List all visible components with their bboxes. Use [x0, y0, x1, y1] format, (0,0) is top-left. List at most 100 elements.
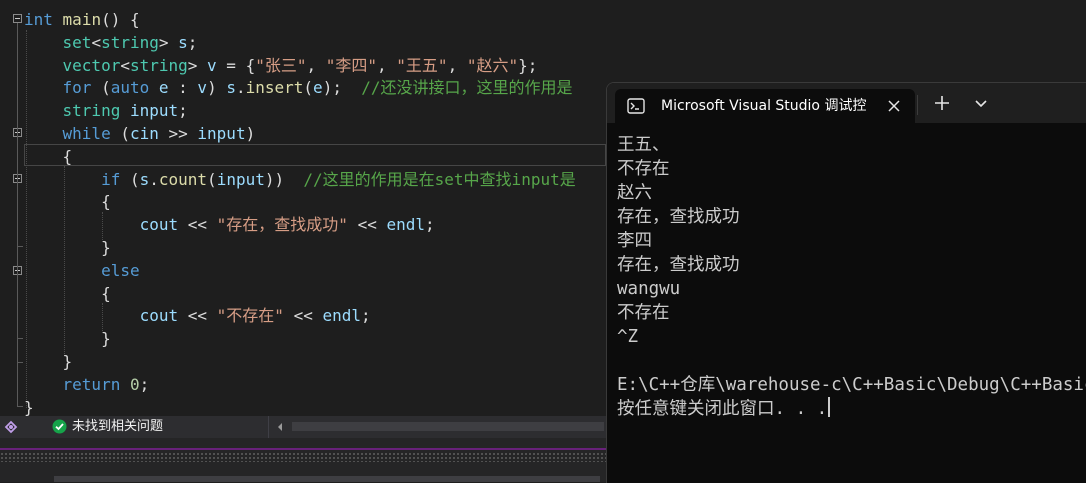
code-line[interactable]: int main() {	[24, 8, 140, 31]
code-token: v	[197, 78, 208, 98]
code-token: }	[24, 329, 111, 349]
fold-line-main	[17, 23, 18, 406]
code-token: {	[24, 283, 111, 303]
code-token: "存在，查找成功"	[216, 215, 348, 235]
code-line[interactable]: {	[24, 145, 73, 168]
code-token: cout	[139, 215, 179, 235]
code-token: (	[91, 78, 111, 98]
terminal-line: ^Z	[617, 327, 639, 347]
code-token: endl	[322, 306, 361, 326]
code-line[interactable]: while (cin >> input)	[24, 122, 256, 145]
code-token: endl	[386, 215, 425, 235]
code-token: string	[129, 55, 188, 75]
code-token: >>	[158, 124, 198, 143]
debug-console-window[interactable]: Microsoft Visual Studio 调试控 王五、 不存在 赵六 存在，查…	[606, 82, 1086, 483]
code-token: s	[226, 78, 236, 98]
code-token: >	[187, 55, 208, 75]
code-line[interactable]: for (auto e : v) s.insert(e); //还没讲接口，这里…	[24, 76, 573, 99]
code-token: return	[62, 374, 121, 394]
scroll-left-icon[interactable]	[268, 416, 291, 438]
code-line[interactable]: set<string> s;	[24, 31, 198, 54]
code-token: );	[322, 78, 362, 98]
terminal-line: wangwu	[617, 279, 681, 299]
code-token: vector	[62, 55, 121, 75]
close-icon[interactable]	[885, 97, 903, 115]
vs-icon[interactable]	[3, 419, 19, 435]
code-token: s	[139, 169, 150, 189]
code-line[interactable]: }	[24, 327, 111, 350]
code-token: insert	[245, 78, 304, 98]
terminal-tab-bar: Microsoft Visual Studio 调试控	[607, 83, 1086, 123]
code-token: input	[216, 169, 265, 189]
console-icon	[627, 98, 645, 114]
code-token: (	[120, 169, 140, 189]
terminal-tab[interactable]: Microsoft Visual Studio 调试控	[615, 89, 915, 123]
code-token: <<	[283, 306, 323, 326]
code-token: int	[24, 10, 53, 29]
chevron-down-icon[interactable]	[973, 95, 989, 111]
editor-status-bar: 未找到相关问题	[0, 416, 606, 438]
panel-grip[interactable]	[0, 452, 606, 462]
terminal-line: 存在，查找成功	[617, 255, 740, 275]
issues-status[interactable]: 未找到相关问题	[72, 418, 163, 436]
code-token: ;	[361, 306, 371, 326]
code-line[interactable]: string input;	[24, 99, 188, 122]
code-token: }	[24, 238, 111, 257]
text-cursor	[828, 397, 831, 417]
code-line[interactable]: else	[24, 259, 140, 282]
code-token: "张三"	[255, 55, 307, 75]
code-token: //这里的作用是在set中查找input是	[303, 169, 576, 189]
code-token: :	[168, 78, 198, 98]
tab-divider	[917, 95, 918, 115]
code-token: ,	[306, 55, 326, 75]
terminal-line: 不存在	[617, 159, 670, 179]
code-line[interactable]: cout << "存在，查找成功" << endl;	[24, 213, 435, 236]
code-token: input	[197, 124, 246, 143]
code-line[interactable]: }	[24, 350, 73, 373]
code-token: (	[207, 169, 217, 189]
horizontal-scrollbar[interactable]	[292, 422, 604, 431]
code-line[interactable]: vector<string> v = {"张三", "李四", "王五", "赵…	[24, 54, 538, 77]
terminal-output[interactable]: 王五、 不存在 赵六 存在，查找成功 李四 存在，查找成功 wangwu 不存在 ^Z E:\C…	[617, 133, 1086, 421]
code-token: //还没讲接口，这里的作用是	[361, 78, 573, 98]
code-token: while	[62, 124, 111, 143]
code-line[interactable]: return 0;	[24, 373, 150, 396]
editor-gutter	[0, 0, 23, 416]
code-token: string	[62, 101, 121, 121]
code-token: <	[91, 32, 102, 52]
code-line[interactable]: {	[24, 190, 111, 213]
code-token: ))	[264, 169, 304, 189]
code-token: = {	[216, 55, 256, 75]
plus-icon[interactable]	[933, 94, 951, 112]
code-line[interactable]: }	[24, 236, 111, 259]
code-token: >	[158, 32, 179, 52]
code-token: input	[129, 101, 179, 121]
code-token: "不存在"	[216, 306, 284, 326]
code-line[interactable]: if (s.count(input)) //这里的作用是在set中查找input…	[24, 168, 576, 191]
code-token: <<	[347, 215, 387, 235]
code-token: for	[62, 78, 92, 98]
code-line[interactable]: {	[24, 282, 111, 305]
code-token: () {	[101, 10, 140, 29]
fold-toggle-main[interactable]	[13, 14, 22, 23]
check-circle-icon	[52, 419, 67, 434]
fold-end-main	[17, 406, 23, 407]
code-token: .	[235, 78, 246, 98]
code-token: count	[158, 169, 208, 189]
code-token: v	[207, 55, 217, 75]
code-token: "李四"	[325, 55, 378, 75]
code-token: ,	[447, 55, 467, 75]
fold-end-if	[17, 246, 23, 247]
code-line[interactable]: cout << "不存在" << endl;	[24, 304, 371, 327]
panel-scrollbar[interactable]	[54, 476, 600, 482]
code-token: .	[149, 169, 159, 189]
code-token: <<	[178, 215, 217, 235]
